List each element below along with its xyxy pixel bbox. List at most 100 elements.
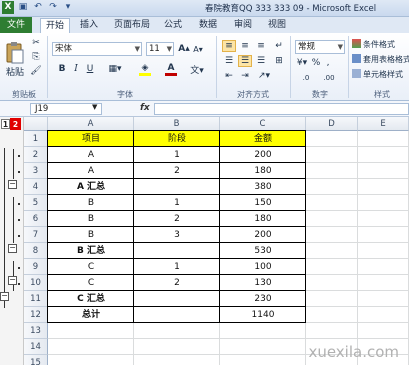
row-header[interactable]: 2 bbox=[24, 147, 48, 163]
outline-level-1-button[interactable]: 1 bbox=[1, 119, 10, 129]
select-all-corner[interactable] bbox=[24, 117, 48, 131]
font-color-icon[interactable]: A bbox=[160, 62, 182, 76]
align-top-icon[interactable]: ≡ bbox=[222, 40, 236, 52]
format-painter-icon[interactable]: 🖌 bbox=[30, 65, 42, 77]
row-header[interactable]: 11 bbox=[24, 291, 48, 307]
table-cell[interactable]: C bbox=[48, 259, 134, 275]
table-cell[interactable]: A 汇总 bbox=[48, 179, 134, 195]
column-header-a[interactable]: A bbox=[48, 117, 134, 131]
redo-icon[interactable]: ↷ bbox=[47, 1, 59, 14]
table-cell[interactable]: 2 bbox=[134, 163, 220, 179]
undo-icon[interactable]: ↶ bbox=[32, 1, 44, 14]
table-cell[interactable]: B bbox=[48, 195, 134, 211]
table-cell[interactable]: 200 bbox=[220, 147, 306, 163]
copy-icon[interactable]: ⎘ bbox=[30, 51, 42, 63]
column-header-c[interactable]: C bbox=[220, 117, 306, 131]
cell-styles-button[interactable]: 单元格样式 bbox=[352, 69, 403, 80]
row-header[interactable]: 12 bbox=[24, 307, 48, 323]
increase-indent-icon[interactable]: ⇥ bbox=[238, 70, 252, 82]
underline-icon[interactable]: U bbox=[84, 62, 96, 76]
table-cell[interactable]: 1140 bbox=[220, 307, 306, 323]
percent-icon[interactable]: % bbox=[311, 57, 321, 69]
cut-icon[interactable]: ✂ bbox=[30, 37, 42, 49]
grow-font-icon[interactable]: A▴ bbox=[178, 42, 190, 56]
column-header-b[interactable]: B bbox=[134, 117, 220, 131]
format-as-table-button[interactable]: 套用表格格式 bbox=[352, 54, 409, 65]
row-header[interactable]: 14 bbox=[24, 339, 48, 355]
comma-icon[interactable]: , bbox=[323, 57, 333, 69]
row-header[interactable]: 15 bbox=[24, 355, 48, 365]
table-cell[interactable]: A bbox=[48, 147, 134, 163]
table-cell[interactable]: 200 bbox=[220, 227, 306, 243]
table-cell[interactable]: 1 bbox=[134, 195, 220, 211]
row-header[interactable]: 6 bbox=[24, 211, 48, 227]
row-header[interactable]: 1 bbox=[24, 131, 48, 147]
row-header[interactable]: 4 bbox=[24, 179, 48, 195]
tab-home[interactable]: 开始 bbox=[40, 18, 70, 33]
tab-formulas[interactable]: 公式 bbox=[158, 18, 188, 33]
number-format-select[interactable]: 常规 ▼ bbox=[295, 40, 345, 54]
collapse-group-a-button[interactable]: − bbox=[8, 180, 17, 189]
table-cell[interactable]: 230 bbox=[220, 291, 306, 307]
row-header[interactable]: 9 bbox=[24, 259, 48, 275]
paste-button[interactable]: 粘贴 bbox=[3, 37, 27, 81]
conditional-format-button[interactable]: 条件格式 bbox=[352, 39, 395, 50]
currency-icon[interactable]: ¥▾ bbox=[295, 57, 309, 69]
table-cell[interactable]: C bbox=[48, 275, 134, 291]
phonetic-icon[interactable]: 文▾ bbox=[188, 62, 206, 76]
table-cell[interactable]: 3 bbox=[134, 227, 220, 243]
tab-file[interactable]: 文件 bbox=[0, 17, 32, 33]
shrink-font-icon[interactable]: A▾ bbox=[192, 42, 204, 56]
header-cell[interactable]: 阶段 bbox=[134, 131, 220, 147]
border-icon[interactable]: ▦▾ bbox=[104, 62, 126, 76]
table-cell[interactable]: 180 bbox=[220, 211, 306, 227]
table-cell[interactable]: 380 bbox=[220, 179, 306, 195]
align-middle-icon[interactable]: ≡ bbox=[238, 40, 252, 52]
table-cell[interactable]: 150 bbox=[220, 195, 306, 211]
column-header-d[interactable]: D bbox=[306, 117, 358, 131]
customize-qat-icon[interactable]: ▾ bbox=[62, 1, 74, 14]
table-cell[interactable] bbox=[134, 243, 220, 259]
row-header[interactable]: 5 bbox=[24, 195, 48, 211]
collapse-outline-button[interactable]: − bbox=[0, 292, 9, 301]
decrease-indent-icon[interactable]: ⇤ bbox=[222, 70, 236, 82]
italic-icon[interactable]: I bbox=[70, 62, 82, 76]
font-size-select[interactable]: 11 ▼ bbox=[146, 42, 174, 56]
align-left-icon[interactable]: ☰ bbox=[222, 55, 236, 67]
save-icon[interactable]: ▣ bbox=[17, 1, 29, 14]
align-right-icon[interactable]: ☰ bbox=[254, 55, 268, 67]
worksheet-grid[interactable]: A B C D E 1 2 3 4 5 6 7 8 9 10 11 12 13 14 15 项目 阶段 金额 A 1… bbox=[24, 117, 409, 365]
table-cell[interactable]: 130 bbox=[220, 275, 306, 291]
chevron-down-icon[interactable]: ▼ bbox=[92, 103, 97, 111]
column-header-e[interactable]: E bbox=[358, 117, 409, 131]
table-cell[interactable]: B bbox=[48, 227, 134, 243]
increase-decimal-icon[interactable]: .0 bbox=[297, 72, 315, 84]
table-cell[interactable]: 总计 bbox=[48, 307, 134, 323]
tab-review[interactable]: 审阅 bbox=[228, 18, 258, 33]
table-cell[interactable] bbox=[134, 291, 220, 307]
row-header[interactable]: 10 bbox=[24, 275, 48, 291]
header-cell[interactable]: 项目 bbox=[48, 131, 134, 147]
tab-view[interactable]: 视图 bbox=[262, 18, 292, 33]
table-cell[interactable]: 180 bbox=[220, 163, 306, 179]
excel-icon[interactable]: X bbox=[2, 1, 14, 14]
table-cell[interactable]: C 汇总 bbox=[48, 291, 134, 307]
row-header[interactable]: 7 bbox=[24, 227, 48, 243]
row-header[interactable]: 13 bbox=[24, 323, 48, 339]
table-cell[interactable]: 530 bbox=[220, 243, 306, 259]
orientation-icon[interactable]: ↗▾ bbox=[254, 70, 274, 82]
table-cell[interactable]: 2 bbox=[134, 275, 220, 291]
insert-function-icon[interactable]: fx bbox=[140, 103, 150, 113]
table-cell[interactable]: 100 bbox=[220, 259, 306, 275]
collapse-group-b-button[interactable]: − bbox=[8, 244, 17, 253]
bold-icon[interactable]: B bbox=[56, 62, 68, 76]
row-header[interactable]: 3 bbox=[24, 163, 48, 179]
table-cell[interactable] bbox=[134, 179, 220, 195]
table-cell[interactable] bbox=[134, 307, 220, 323]
align-bottom-icon[interactable]: ≡ bbox=[254, 40, 268, 52]
tab-data[interactable]: 数据 bbox=[193, 18, 223, 33]
formula-input[interactable] bbox=[154, 103, 409, 115]
header-cell[interactable]: 金额 bbox=[220, 131, 306, 147]
wrap-text-icon[interactable]: ↵ bbox=[272, 40, 286, 52]
font-name-select[interactable]: 宋体 ▼ bbox=[52, 42, 142, 56]
